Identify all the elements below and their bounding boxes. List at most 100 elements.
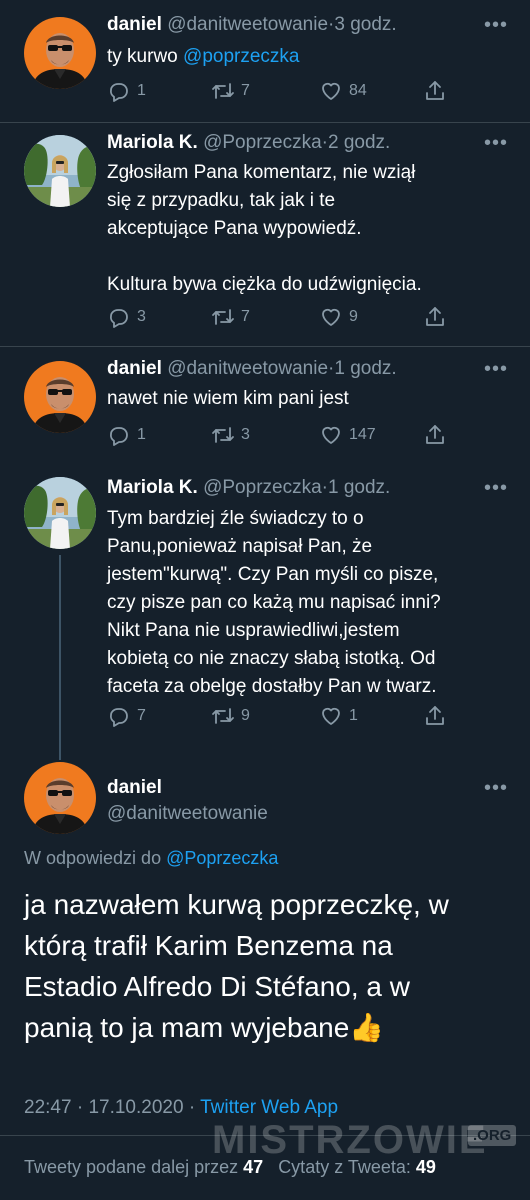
like-button[interactable]: 9 <box>319 305 358 329</box>
mention-link[interactable]: @poprzeczka <box>183 46 299 67</box>
main-tweet-text: ja nazwałem kurwą poprzeczkę, w którą tr… <box>24 884 504 1048</box>
author-handle[interactable]: @danitweetowanie <box>107 803 268 825</box>
retweet-icon <box>211 305 235 329</box>
tweet-text-line: Nikt Pana nie usprawiedliwi,jestem <box>107 620 400 641</box>
author-handle[interactable]: @danitweetowanie <box>167 14 328 35</box>
more-icon[interactable]: ••• <box>484 477 508 500</box>
retweet-button[interactable]: 7 <box>211 79 250 103</box>
tweet-text-line: faceta za obelgę dostałby Pan w twarz. <box>107 676 437 697</box>
timestamp[interactable]: 3 godz. <box>334 14 396 35</box>
tweet-text-line: jestem"kurwą". Czy Pan myśli co pisze, <box>107 564 439 585</box>
like-count: 147 <box>349 426 376 443</box>
tweet-meta: 22:47 · 17.10.2020 · Twitter Web App <box>24 1097 338 1119</box>
tweet-text-line: kobietą co nie znaczy słabą istotką. Od <box>107 648 436 669</box>
avatar[interactable] <box>24 477 96 549</box>
tweet-text-line: Panu,ponieważ napisał Pan, że <box>107 536 373 557</box>
tweet-text-content: nawet nie wiem kim pani jest <box>107 388 349 409</box>
tweet-1[interactable]: daniel @danitweetowanie·3 godz. ••• ty k… <box>0 0 530 122</box>
timestamp[interactable]: 2 godz. <box>328 132 390 153</box>
tweet-time[interactable]: 22:47 <box>24 1097 72 1118</box>
reply-count: 1 <box>137 82 146 99</box>
like-icon <box>319 704 343 728</box>
timestamp[interactable]: 1 godz. <box>334 358 396 379</box>
tweet-source[interactable]: Twitter Web App <box>200 1097 338 1118</box>
reply-button[interactable]: 3 <box>107 305 146 329</box>
separator: · <box>76 1097 84 1118</box>
retweet-icon <box>211 79 235 103</box>
retweet-button[interactable]: 3 <box>211 423 250 447</box>
tweet-text-line: się z przypadku, tak jak i te <box>107 190 336 211</box>
retweets-label: Tweety podane dalej przez <box>24 1157 244 1177</box>
reply-count: 1 <box>137 426 146 443</box>
tweet-4[interactable]: Mariola K. @Poprzeczka·1 godz. ••• Tym b… <box>0 463 530 753</box>
more-icon[interactable]: ••• <box>484 777 508 800</box>
retweet-button[interactable]: 7 <box>211 305 250 329</box>
share-icon <box>423 305 447 329</box>
author-handle[interactable]: @Poprzeczka <box>203 132 322 153</box>
main-tweet-line: Estadio Alfredo Di Stéfano, a w <box>24 971 410 1002</box>
share-button[interactable] <box>423 305 447 329</box>
reply-button[interactable]: 1 <box>107 79 146 103</box>
author-handle[interactable]: @Poprzeczka <box>203 477 322 498</box>
like-icon <box>319 423 343 447</box>
tweet-text-line: Zgłosiłam Pana komentarz, nie wziął <box>107 162 416 183</box>
tweet-text: ty kurwo @poprzeczka <box>107 43 507 71</box>
more-icon[interactable]: ••• <box>484 14 508 37</box>
share-button[interactable] <box>423 423 447 447</box>
more-icon[interactable]: ••• <box>484 358 508 381</box>
like-button[interactable]: 84 <box>319 79 367 103</box>
retweet-count: 9 <box>241 707 250 724</box>
timestamp[interactable]: 1 godz. <box>328 477 390 498</box>
author-name[interactable]: Mariola K. <box>107 477 198 498</box>
avatar[interactable] <box>24 17 96 89</box>
reply-button[interactable]: 1 <box>107 423 146 447</box>
tweet-actions: 1 3 147 <box>107 423 457 453</box>
retweet-count: 7 <box>241 308 250 325</box>
tweet-header: daniel @danitweetowanie·1 godz. <box>107 358 397 380</box>
tweet-2[interactable]: Mariola K. @Poprzeczka·2 godz. ••• Zgłos… <box>0 123 530 346</box>
tweet-date[interactable]: 17.10.2020 <box>88 1097 183 1118</box>
retweet-icon <box>211 704 235 728</box>
tweet-text-line: akceptujące Pana wypowiedź. <box>107 218 362 239</box>
tweet-actions: 1 7 84 <box>107 79 457 109</box>
avatar[interactable] <box>24 361 96 433</box>
author-name[interactable]: daniel <box>107 777 162 799</box>
main-tweet-line: którą trafił Karim Benzema na <box>24 930 393 961</box>
like-button[interactable]: 1 <box>319 704 358 728</box>
like-icon <box>319 305 343 329</box>
tweet-actions: 3 7 9 <box>107 305 457 335</box>
watermark-suffix: .ORG <box>468 1125 517 1146</box>
share-icon <box>423 79 447 103</box>
share-button[interactable] <box>423 79 447 103</box>
like-button[interactable]: 147 <box>319 423 376 447</box>
reply-icon <box>107 704 131 728</box>
tweet-header: Mariola K. @Poprzeczka·2 godz. <box>107 132 390 154</box>
retweet-count: 3 <box>241 426 250 443</box>
tweet-text-line: Tym bardziej źle świadczy to o <box>107 508 364 529</box>
author-name-block: daniel <box>107 777 162 799</box>
like-count: 1 <box>349 707 358 724</box>
retweet-button[interactable]: 9 <box>211 704 250 728</box>
tweet-header: Mariola K. @Poprzeczka·1 godz. <box>107 477 390 499</box>
avatar[interactable] <box>24 135 96 207</box>
like-icon <box>319 79 343 103</box>
retweet-count: 7 <box>241 82 250 99</box>
reply-icon <box>107 79 131 103</box>
avatar[interactable] <box>24 762 96 834</box>
reply-icon <box>107 305 131 329</box>
main-tweet-line: ja nazwałem kurwą poprzeczkę, w <box>24 889 449 920</box>
author-name[interactable]: daniel <box>107 14 162 35</box>
author-handle[interactable]: @danitweetowanie <box>167 358 328 379</box>
tweet-3[interactable]: daniel @danitweetowanie·1 godz. ••• nawe… <box>0 347 530 463</box>
more-icon[interactable]: ••• <box>484 132 508 155</box>
tweet-text-line: czy pisze pan co każą mu napisać inni? <box>107 592 441 613</box>
share-icon <box>423 423 447 447</box>
replying-to-link[interactable]: @Poprzeczka <box>166 848 278 868</box>
author-name[interactable]: daniel <box>107 358 162 379</box>
author-name[interactable]: Mariola K. <box>107 132 198 153</box>
share-button[interactable] <box>423 704 447 728</box>
reply-button[interactable]: 7 <box>107 704 146 728</box>
tweet-text-line: Kultura bywa ciężka do udźwignięcia. <box>107 274 422 295</box>
reply-count: 3 <box>137 308 146 325</box>
